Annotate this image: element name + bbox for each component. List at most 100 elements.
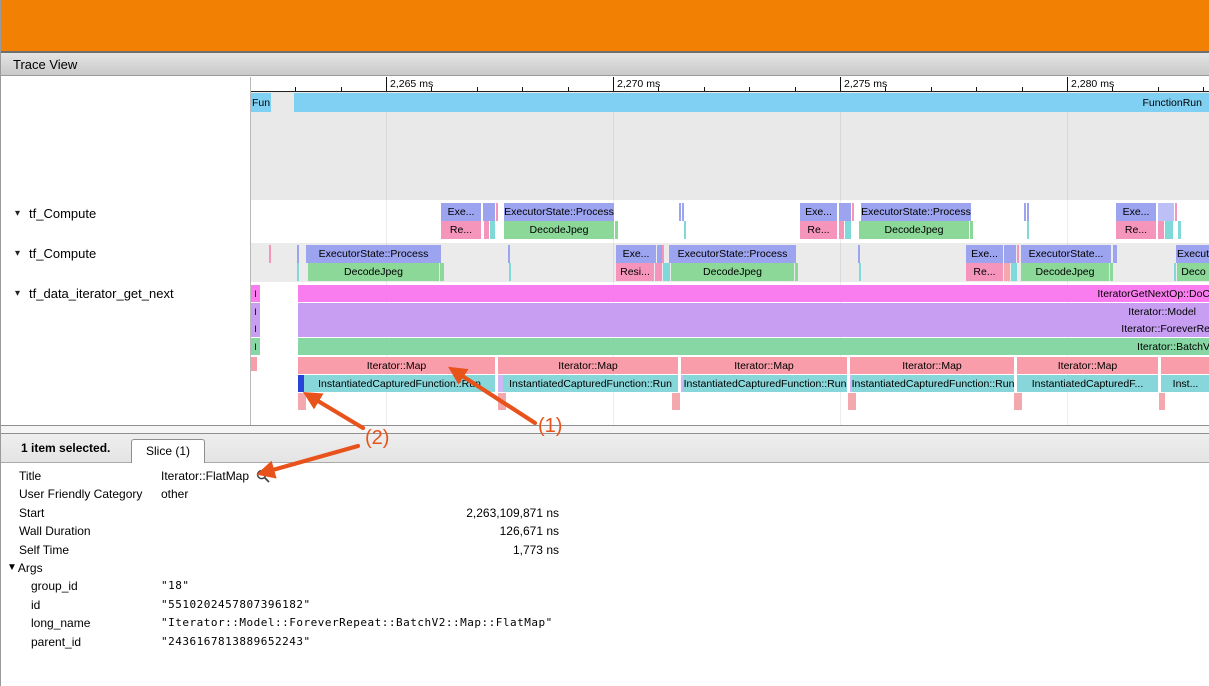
trace-slice[interactable]: InstantiatedCapturedFunction::Run (304, 375, 495, 392)
trace-slice[interactable]: InstantiatedCapturedFunction::Run (852, 375, 1014, 392)
trace-slice[interactable] (663, 263, 670, 281)
trace-slice[interactable] (1027, 203, 1029, 221)
trace-slice[interactable] (1178, 221, 1181, 239)
trace-slice[interactable]: DecodeJpeg (1021, 263, 1109, 281)
trace-slice[interactable]: ExecutorState... (1021, 245, 1111, 263)
trace-slice[interactable] (1004, 245, 1016, 263)
trace-slice[interactable]: FunctionRun (294, 93, 1209, 112)
trace-slice[interactable]: IteratorGetNextOp::DoC (298, 285, 1209, 302)
trace-slice[interactable] (1017, 245, 1019, 263)
trace-slice[interactable]: Deco (1177, 263, 1209, 281)
magnifier-icon[interactable] (256, 469, 270, 483)
collapse-triangle-icon[interactable]: ▾ (15, 248, 20, 259)
trace-slice[interactable] (496, 203, 498, 221)
trace-slice[interactable] (440, 263, 444, 281)
trace-slice[interactable]: ExecutorState::Process (504, 203, 614, 221)
trace-slice[interactable]: Inst... (1161, 375, 1209, 392)
trace-slice[interactable]: Re... (800, 221, 837, 239)
trace-slice[interactable]: Fun (251, 93, 271, 112)
trace-slice[interactable] (1014, 393, 1022, 410)
trace-slice[interactable] (297, 245, 299, 263)
trace-slice[interactable] (679, 203, 681, 221)
trace-slice[interactable]: ExecutorState::Process (669, 245, 796, 263)
trace-slice[interactable]: Re... (966, 263, 1003, 281)
trace-slice[interactable]: DecodeJpeg (504, 221, 614, 239)
trace-slice[interactable]: Iterator::ForeverRe (298, 320, 1209, 337)
trace-slice[interactable]: I (251, 338, 260, 355)
trace-slice[interactable] (483, 203, 495, 221)
track-group-header[interactable]: ▾tf_Compute (15, 244, 96, 262)
tab-slice[interactable]: Slice (1) (131, 439, 205, 463)
trace-slice[interactable] (1165, 221, 1173, 239)
trace-slice[interactable] (297, 263, 299, 281)
collapse-triangle-icon[interactable]: ▾ (15, 288, 20, 299)
trace-slice[interactable]: DecodeJpeg (308, 263, 439, 281)
trace-slice[interactable] (1174, 263, 1176, 281)
trace-slice[interactable]: InstantiatedCapturedF... (1017, 375, 1158, 392)
track-group-header[interactable]: ▾tf_Compute (15, 204, 96, 222)
trace-slice[interactable]: Exe... (1116, 203, 1156, 221)
splitter-handle[interactable] (1, 426, 1209, 433)
trace-slice[interactable]: Iterator::Map (850, 357, 1014, 374)
trace-slice[interactable] (251, 357, 257, 371)
trace-slice[interactable] (848, 393, 856, 410)
trace-slice[interactable] (1158, 203, 1174, 221)
trace-slice[interactable]: Iterator::Map (498, 357, 678, 374)
trace-slice[interactable]: I (251, 285, 260, 302)
trace-slice[interactable]: ExecutorState::Process (861, 203, 971, 221)
trace-slice[interactable]: Exe... (800, 203, 837, 221)
trace-slice[interactable] (662, 245, 664, 263)
trace-slice[interactable] (1024, 203, 1026, 221)
collapse-triangle-icon[interactable]: ▼ (7, 559, 17, 577)
trace-slice[interactable]: Re... (441, 221, 481, 239)
trace-slice[interactable] (1110, 263, 1113, 281)
trace-slice[interactable] (1113, 245, 1117, 263)
trace-slice[interactable]: InstantiatedCapturedFunction::Run (683, 375, 847, 392)
trace-slice[interactable]: DecodeJpeg (859, 221, 969, 239)
args-section-header[interactable]: ▼Args (1, 559, 701, 577)
trace-slice[interactable] (859, 263, 861, 281)
trace-timeline-region[interactable]: 2,265 ms2,270 ms2,275 ms2,280 ms▾tf_Comp… (1, 77, 1209, 425)
collapse-triangle-icon[interactable]: ▾ (15, 208, 20, 219)
trace-slice[interactable] (1004, 263, 1010, 281)
trace-slice[interactable] (684, 221, 686, 239)
trace-slice[interactable] (1161, 357, 1209, 374)
trace-slice[interactable]: Iterator::Map (681, 357, 847, 374)
trace-slice[interactable] (858, 245, 860, 263)
trace-slice[interactable] (1011, 263, 1017, 281)
trace-slice[interactable]: InstantiatedCapturedFunction::Run (503, 375, 678, 392)
trace-slice[interactable] (852, 203, 854, 221)
trace-slice[interactable]: Re... (1116, 221, 1156, 239)
trace-slice[interactable] (655, 263, 662, 281)
trace-slice[interactable]: I (251, 320, 260, 337)
trace-slice[interactable] (970, 221, 973, 239)
trace-slice[interactable] (795, 263, 798, 281)
trace-slice[interactable]: Iterator::BatchV (298, 338, 1209, 355)
trace-slice[interactable]: ExecutorState::Process (306, 245, 441, 263)
trace-slice[interactable]: I (251, 303, 260, 320)
trace-slice[interactable] (672, 393, 680, 410)
trace-slice[interactable]: Exe... (966, 245, 1003, 263)
track-group-header[interactable]: ▾tf_data_iterator_get_next (15, 284, 174, 302)
trace-slice[interactable]: Iterator::Map (1017, 357, 1158, 374)
trace-slice[interactable]: Iterator::Model (298, 303, 1209, 320)
trace-slice[interactable] (1027, 221, 1029, 239)
trace-slice[interactable] (1175, 203, 1177, 221)
trace-slice[interactable] (1158, 221, 1164, 239)
trace-slice[interactable] (269, 245, 271, 263)
trace-slice[interactable]: Exe... (616, 245, 656, 263)
trace-slice[interactable] (615, 221, 618, 239)
trace-slice[interactable] (498, 393, 506, 410)
trace-slice[interactable] (484, 221, 489, 239)
trace-slice[interactable] (845, 221, 851, 239)
trace-slice[interactable] (1159, 393, 1165, 410)
trace-slice[interactable]: Exe... (441, 203, 481, 221)
trace-slice[interactable]: Execut (1176, 245, 1209, 263)
trace-slice[interactable]: Iterator::Map (298, 357, 495, 374)
trace-slice[interactable] (839, 221, 844, 239)
trace-slice[interactable] (839, 203, 851, 221)
trace-slice[interactable] (508, 245, 510, 263)
trace-slice[interactable] (490, 221, 495, 239)
trace-slice[interactable] (298, 393, 306, 410)
trace-slice[interactable] (682, 203, 684, 221)
